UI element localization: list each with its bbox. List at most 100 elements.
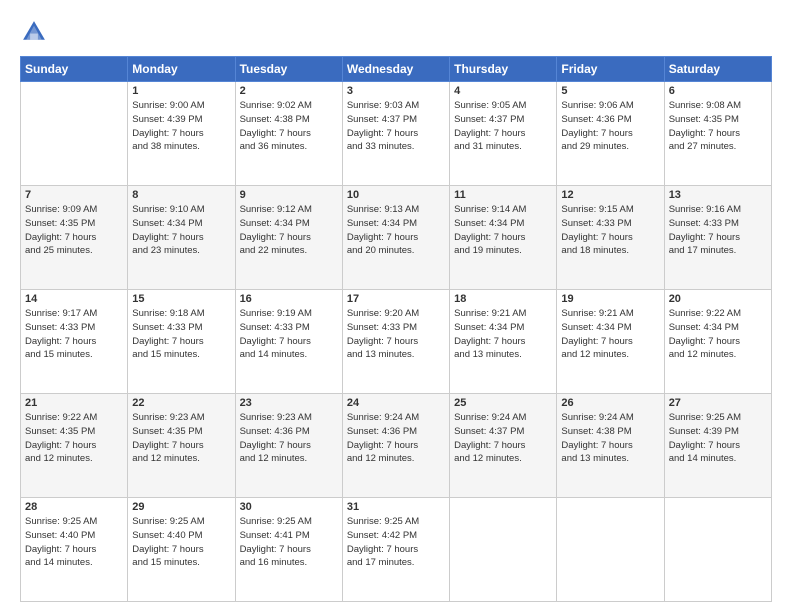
day-info: Sunrise: 9:22 AM Sunset: 4:35 PM Dayligh… (25, 411, 123, 466)
calendar-cell: 20 Sunrise: 9:22 AM Sunset: 4:34 PM Dayli… (664, 290, 771, 394)
day-number: 25 (454, 397, 552, 409)
header (20, 18, 772, 46)
calendar-cell: 31Sunrise: 9:25 AM Sunset: 4:42 PM Dayli… (342, 498, 449, 602)
calendar-cell: 9 Sunrise: 9:12 AM Sunset: 4:34 PM Daylig… (235, 186, 342, 290)
day-info: Sunrise: 9:24 AM Sunset: 4:37 PM Dayligh… (454, 411, 552, 466)
calendar-cell: 13 Sunrise: 9:16 AM Sunset: 4:33 PM Dayli… (664, 186, 771, 290)
day-info: Sunrise: 9:25 AM Sunset: 4:41 PM Dayligh… (240, 515, 338, 570)
logo (20, 18, 52, 46)
day-number: 26 (561, 397, 659, 409)
day-number: 28 (25, 501, 123, 513)
calendar-cell: 15Sunrise: 9:18 AM Sunset: 4:33 PM Dayli… (128, 290, 235, 394)
calendar-week-5: 28 Sunrise: 9:25 AM Sunset: 4:40 PM Dayli… (21, 498, 772, 602)
day-info: Sunrise: 9:25 AM Sunset: 4:40 PM Dayligh… (132, 515, 230, 570)
calendar-cell (21, 82, 128, 186)
weekday-header-row: SundayMondayTuesdayWednesdayThursdayFrid… (21, 57, 772, 82)
day-number: 2 (240, 85, 338, 97)
calendar-cell (450, 498, 557, 602)
day-number: 3 (347, 85, 445, 97)
day-number: 18 (454, 293, 552, 305)
day-number: 29 (132, 501, 230, 513)
day-number: 6 (669, 85, 767, 97)
day-info: Sunrise: 9:15 AM Sunset: 4:33 PM Dayligh… (561, 203, 659, 258)
day-info: Sunrise: 9:22 AM Sunset: 4:34 PM Dayligh… (669, 307, 767, 362)
day-info: Sunrise: 9:21 AM Sunset: 4:34 PM Dayligh… (454, 307, 552, 362)
day-number: 22 (132, 397, 230, 409)
calendar-cell (664, 498, 771, 602)
calendar-cell (557, 498, 664, 602)
day-number: 10 (347, 189, 445, 201)
day-number: 19 (561, 293, 659, 305)
calendar-cell: 16 Sunrise: 9:19 AM Sunset: 4:33 PM Dayli… (235, 290, 342, 394)
day-number: 1 (132, 85, 230, 97)
calendar-week-3: 14 Sunrise: 9:17 AM Sunset: 4:33 PM Dayli… (21, 290, 772, 394)
day-info: Sunrise: 9:14 AM Sunset: 4:34 PM Dayligh… (454, 203, 552, 258)
calendar-cell: 12Sunrise: 9:15 AM Sunset: 4:33 PM Dayli… (557, 186, 664, 290)
day-info: Sunrise: 9:13 AM Sunset: 4:34 PM Dayligh… (347, 203, 445, 258)
calendar-week-2: 7Sunrise: 9:09 AM Sunset: 4:35 PM Daylig… (21, 186, 772, 290)
day-info: Sunrise: 9:25 AM Sunset: 4:42 PM Dayligh… (347, 515, 445, 570)
day-info: Sunrise: 9:25 AM Sunset: 4:40 PM Dayligh… (25, 515, 123, 570)
calendar-cell: 4Sunrise: 9:05 AM Sunset: 4:37 PM Daylig… (450, 82, 557, 186)
calendar-table: SundayMondayTuesdayWednesdayThursdayFrid… (20, 56, 772, 602)
day-info: Sunrise: 9:21 AM Sunset: 4:34 PM Dayligh… (561, 307, 659, 362)
day-number: 20 (669, 293, 767, 305)
calendar-cell: 24 Sunrise: 9:24 AM Sunset: 4:36 PM Dayli… (342, 394, 449, 498)
day-info: Sunrise: 9:17 AM Sunset: 4:33 PM Dayligh… (25, 307, 123, 362)
day-info: Sunrise: 9:06 AM Sunset: 4:36 PM Dayligh… (561, 99, 659, 154)
day-info: Sunrise: 9:08 AM Sunset: 4:35 PM Dayligh… (669, 99, 767, 154)
day-info: Sunrise: 9:16 AM Sunset: 4:33 PM Dayligh… (669, 203, 767, 258)
calendar-cell: 8 Sunrise: 9:10 AM Sunset: 4:34 PM Daylig… (128, 186, 235, 290)
calendar-cell: 22Sunrise: 9:23 AM Sunset: 4:35 PM Dayli… (128, 394, 235, 498)
calendar-cell: 19 Sunrise: 9:21 AM Sunset: 4:34 PM Dayli… (557, 290, 664, 394)
calendar-body: 1 Sunrise: 9:00 AM Sunset: 4:39 PM Daylig… (21, 82, 772, 602)
calendar-header: SundayMondayTuesdayWednesdayThursdayFrid… (21, 57, 772, 82)
calendar-cell: 26 Sunrise: 9:24 AM Sunset: 4:38 PM Dayli… (557, 394, 664, 498)
weekday-header-friday: Friday (557, 57, 664, 82)
weekday-header-wednesday: Wednesday (342, 57, 449, 82)
day-info: Sunrise: 9:20 AM Sunset: 4:33 PM Dayligh… (347, 307, 445, 362)
calendar-cell: 27 Sunrise: 9:25 AM Sunset: 4:39 PM Dayli… (664, 394, 771, 498)
weekday-header-thursday: Thursday (450, 57, 557, 82)
day-number: 23 (240, 397, 338, 409)
day-info: Sunrise: 9:24 AM Sunset: 4:38 PM Dayligh… (561, 411, 659, 466)
day-info: Sunrise: 9:23 AM Sunset: 4:36 PM Dayligh… (240, 411, 338, 466)
calendar-cell: 25 Sunrise: 9:24 AM Sunset: 4:37 PM Dayli… (450, 394, 557, 498)
day-number: 9 (240, 189, 338, 201)
calendar-week-4: 21Sunrise: 9:22 AM Sunset: 4:35 PM Dayli… (21, 394, 772, 498)
calendar-week-1: 1 Sunrise: 9:00 AM Sunset: 4:39 PM Daylig… (21, 82, 772, 186)
calendar-cell: 21Sunrise: 9:22 AM Sunset: 4:35 PM Dayli… (21, 394, 128, 498)
day-info: Sunrise: 9:12 AM Sunset: 4:34 PM Dayligh… (240, 203, 338, 258)
calendar-cell: 1 Sunrise: 9:00 AM Sunset: 4:39 PM Daylig… (128, 82, 235, 186)
day-info: Sunrise: 9:19 AM Sunset: 4:33 PM Dayligh… (240, 307, 338, 362)
calendar-cell: 10 Sunrise: 9:13 AM Sunset: 4:34 PM Dayli… (342, 186, 449, 290)
day-number: 14 (25, 293, 123, 305)
day-info: Sunrise: 9:24 AM Sunset: 4:36 PM Dayligh… (347, 411, 445, 466)
day-info: Sunrise: 9:18 AM Sunset: 4:33 PM Dayligh… (132, 307, 230, 362)
calendar-cell: 28 Sunrise: 9:25 AM Sunset: 4:40 PM Dayli… (21, 498, 128, 602)
calendar-cell: 11 Sunrise: 9:14 AM Sunset: 4:34 PM Dayli… (450, 186, 557, 290)
day-info: Sunrise: 9:03 AM Sunset: 4:37 PM Dayligh… (347, 99, 445, 154)
day-number: 24 (347, 397, 445, 409)
day-info: Sunrise: 9:00 AM Sunset: 4:39 PM Dayligh… (132, 99, 230, 154)
day-number: 16 (240, 293, 338, 305)
page: SundayMondayTuesdayWednesdayThursdayFrid… (0, 0, 792, 612)
day-info: Sunrise: 9:09 AM Sunset: 4:35 PM Dayligh… (25, 203, 123, 258)
day-number: 8 (132, 189, 230, 201)
day-info: Sunrise: 9:25 AM Sunset: 4:39 PM Dayligh… (669, 411, 767, 466)
weekday-header-monday: Monday (128, 57, 235, 82)
day-number: 27 (669, 397, 767, 409)
day-number: 11 (454, 189, 552, 201)
calendar-cell: 14 Sunrise: 9:17 AM Sunset: 4:33 PM Dayli… (21, 290, 128, 394)
calendar-cell: 3 Sunrise: 9:03 AM Sunset: 4:37 PM Daylig… (342, 82, 449, 186)
weekday-header-sunday: Sunday (21, 57, 128, 82)
calendar-cell: 5 Sunrise: 9:06 AM Sunset: 4:36 PM Daylig… (557, 82, 664, 186)
calendar-cell: 17Sunrise: 9:20 AM Sunset: 4:33 PM Dayli… (342, 290, 449, 394)
calendar-cell: 29 Sunrise: 9:25 AM Sunset: 4:40 PM Dayli… (128, 498, 235, 602)
weekday-header-saturday: Saturday (664, 57, 771, 82)
day-info: Sunrise: 9:10 AM Sunset: 4:34 PM Dayligh… (132, 203, 230, 258)
day-number: 13 (669, 189, 767, 201)
day-number: 5 (561, 85, 659, 97)
calendar-cell: 23 Sunrise: 9:23 AM Sunset: 4:36 PM Dayli… (235, 394, 342, 498)
day-info: Sunrise: 9:05 AM Sunset: 4:37 PM Dayligh… (454, 99, 552, 154)
